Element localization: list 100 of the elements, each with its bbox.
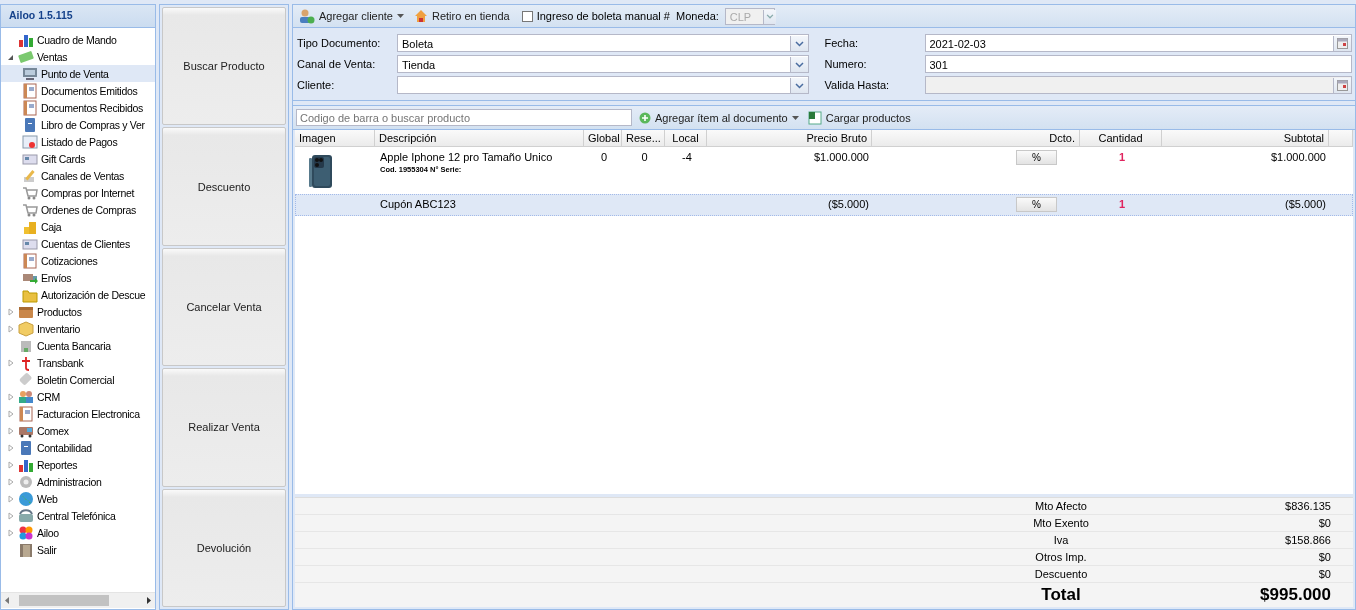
document-icon — [22, 252, 38, 269]
expand-arrow-icon[interactable] — [7, 307, 15, 316]
nav-item[interactable]: Documentos Recibidos — [1, 99, 155, 116]
field-label: Numero: — [824, 57, 868, 72]
column-header[interactable]: Cantidad — [1080, 130, 1162, 146]
expand-arrow-icon[interactable] — [7, 460, 15, 469]
dropdown-field[interactable]: Tienda — [397, 55, 809, 73]
expand-arrow-icon[interactable] — [7, 426, 15, 435]
column-header[interactable]: Dcto. — [872, 130, 1080, 146]
column-header[interactable]: Precio Bruto — [707, 130, 872, 146]
add-client-button[interactable]: Agregar cliente — [297, 8, 406, 24]
total-label: Iva — [1052, 534, 1070, 546]
house-icon — [414, 9, 428, 23]
nav-item[interactable]: Listado de Pagos — [1, 133, 155, 150]
grand-total-value: $995.000 — [1259, 585, 1331, 605]
add-item-button[interactable]: Agregar ítem al documento — [637, 111, 801, 124]
action-button[interactable]: Devolución — [162, 488, 286, 608]
nav-item[interactable]: CRM — [1, 388, 155, 405]
table-row[interactable]: Cupón ABC123 ($5.000) % 1 ($5.000) — [295, 194, 1353, 216]
nav-item[interactable]: Inventario — [1, 320, 155, 337]
nav-item[interactable]: Envíos — [1, 269, 155, 286]
nav-item[interactable]: Productos — [1, 303, 155, 320]
nav-item[interactable]: Ordenes de Compras — [1, 201, 155, 218]
column-header[interactable]: Imagen — [295, 130, 375, 146]
expand-arrow-icon[interactable] — [7, 494, 15, 503]
door-icon — [18, 541, 34, 558]
field-label: Cliente: — [297, 78, 336, 93]
nav-item[interactable]: Compras por Internet — [1, 184, 155, 201]
nav-item[interactable]: Comex — [1, 422, 155, 439]
expand-arrow-icon[interactable] — [7, 477, 15, 486]
nav-item[interactable]: Cuentas de Clientes — [1, 235, 155, 252]
nav-item[interactable]: Canales de Ventas — [1, 167, 155, 184]
nav-item[interactable]: Administracion — [1, 473, 155, 490]
nav-item[interactable]: Ventas — [1, 48, 155, 65]
monitor-icon — [22, 65, 38, 82]
nav-item[interactable]: Cuadro de Mando — [1, 31, 155, 48]
field-input[interactable]: 301 — [926, 57, 1351, 72]
expand-arrow-icon[interactable] — [7, 511, 15, 520]
caret-icon — [791, 115, 799, 120]
nav-item[interactable]: Web — [1, 490, 155, 507]
nav-item[interactable]: Gift Cards — [1, 150, 155, 167]
nav-item[interactable]: Caja — [1, 218, 155, 235]
field-input[interactable]: 2021-02-03 — [926, 36, 1333, 51]
total-label: Mto Exento — [1032, 517, 1090, 529]
total-label: Otros Imp. — [1034, 551, 1088, 563]
nav-item[interactable]: Libro de Compras y Ver — [1, 116, 155, 133]
action-button[interactable]: Descuento — [162, 127, 286, 246]
field-input[interactable]: Boleta — [399, 36, 790, 51]
column-header[interactable]: Local — [665, 130, 707, 146]
nav-item[interactable]: Cuenta Bancaria — [1, 337, 155, 354]
nav-item[interactable]: Cotizaciones — [1, 252, 155, 269]
settings-icon — [18, 473, 34, 490]
user-add-icon — [299, 8, 315, 24]
nav-item[interactable]: Ailoo — [1, 524, 155, 541]
spreadsheet-icon — [807, 110, 822, 125]
search-field[interactable]: Codigo de barra o buscar producto — [296, 109, 632, 126]
date-field[interactable]: 2021-02-03 — [924, 34, 1352, 52]
checkbox-label: Ingreso de boleta manual # — [536, 10, 670, 22]
globe-icon — [18, 490, 34, 507]
table-cell-text: $1.000.000 — [812, 150, 870, 165]
column-header[interactable]: Global — [584, 130, 622, 146]
expand-arrow-icon[interactable] — [7, 392, 15, 401]
calendar-icon[interactable] — [1337, 38, 1348, 49]
action-button[interactable]: Realizar Venta — [162, 368, 286, 487]
nav-item[interactable]: Documentos Emitidos — [1, 82, 155, 99]
expand-arrow-icon[interactable] — [7, 443, 15, 452]
nav-item[interactable]: Reportes — [1, 456, 155, 473]
expand-arrow-icon[interactable] — [7, 409, 15, 418]
load-products-button[interactable]: Cargar productos — [805, 110, 913, 125]
nav-item[interactable]: Boletin Comercial — [1, 371, 155, 388]
nav-item[interactable]: Salir — [1, 541, 155, 558]
action-button[interactable]: Cancelar Venta — [162, 247, 286, 367]
expand-arrow-icon[interactable] — [7, 528, 15, 537]
nav-item[interactable]: Autorización de Descue — [1, 286, 155, 303]
horizontal-scrollbar[interactable] — [1, 592, 155, 608]
product-name: Cupón ABC123 — [380, 198, 456, 210]
grand-total-label: Total — [1040, 585, 1082, 605]
discount-button[interactable]: % — [1016, 197, 1057, 212]
dropdown-field[interactable] — [397, 76, 809, 94]
store-pickup-button[interactable]: Retiro en tienda — [412, 9, 512, 23]
book-icon — [18, 439, 34, 456]
nav-item[interactable]: Punto de Venta — [1, 65, 155, 82]
field-input[interactable]: Tienda — [399, 57, 790, 72]
nav-item[interactable]: Transbank — [1, 354, 155, 371]
nav-item[interactable]: Central Telefónica — [1, 507, 155, 524]
column-header[interactable]: Rese... — [622, 130, 665, 146]
caret-icon — [397, 14, 404, 18]
total-value: $0 — [1317, 568, 1331, 580]
action-button[interactable]: Buscar Producto — [162, 7, 286, 126]
quantity-cell-text: 1 — [1117, 150, 1127, 165]
column-header[interactable]: Subtotal — [1162, 130, 1329, 146]
nav-item[interactable]: Contabilidad — [1, 439, 155, 456]
dropdown-field[interactable]: Boleta — [397, 34, 809, 52]
cart-icon — [22, 184, 38, 201]
expand-arrow-icon[interactable] — [7, 324, 15, 333]
checkbox[interactable] — [521, 10, 533, 22]
discount-button[interactable]: % — [1016, 150, 1057, 165]
column-header[interactable]: Descripción — [375, 130, 584, 146]
nav-item[interactable]: Facturacion Electronica — [1, 405, 155, 422]
expand-arrow-icon[interactable] — [7, 358, 15, 367]
